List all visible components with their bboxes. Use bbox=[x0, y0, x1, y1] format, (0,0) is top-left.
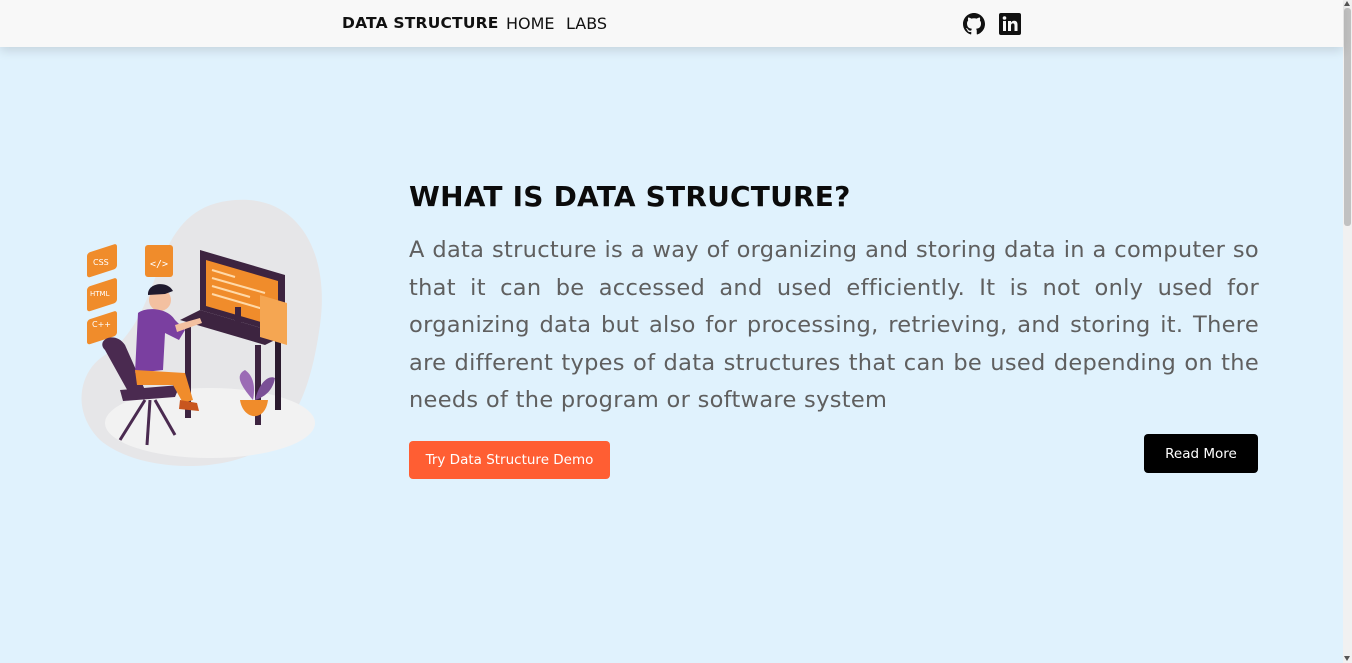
top-navbar: DATA STRUCTURE HOME LABS bbox=[0, 0, 1343, 47]
linkedin-icon[interactable] bbox=[999, 13, 1021, 35]
scrollbar-thumb[interactable] bbox=[1344, 8, 1351, 226]
svg-text:</>: </> bbox=[150, 259, 168, 270]
brand-logo-text[interactable]: DATA STRUCTURE bbox=[342, 14, 499, 32]
scroll-up-arrow-icon[interactable] bbox=[1344, 1, 1350, 6]
nav-link-home[interactable]: HOME bbox=[506, 14, 555, 33]
html-tile-icon: HTML bbox=[87, 278, 117, 312]
nav-link-labs[interactable]: LABS bbox=[566, 14, 607, 33]
try-demo-button[interactable]: Try Data Structure Demo bbox=[409, 441, 610, 479]
css-tile-icon: CSS bbox=[87, 244, 117, 278]
scroll-down-arrow-icon[interactable] bbox=[1344, 656, 1350, 661]
page-scrollbar[interactable] bbox=[1343, 0, 1352, 663]
developer-illustration: CSS HTML C++ </> bbox=[81, 199, 322, 467]
github-icon[interactable] bbox=[963, 13, 985, 35]
svg-text:HTML: HTML bbox=[90, 290, 110, 298]
hero-title: WHAT IS DATA STRUCTURE? bbox=[409, 180, 851, 213]
svg-text:C++: C++ bbox=[92, 320, 111, 329]
code-tag-tile-icon: </> bbox=[145, 245, 173, 277]
hero-description: A data structure is a way of organizing … bbox=[409, 237, 1259, 413]
svg-text:CSS: CSS bbox=[93, 258, 109, 267]
read-more-button[interactable]: Read More bbox=[1144, 434, 1258, 473]
